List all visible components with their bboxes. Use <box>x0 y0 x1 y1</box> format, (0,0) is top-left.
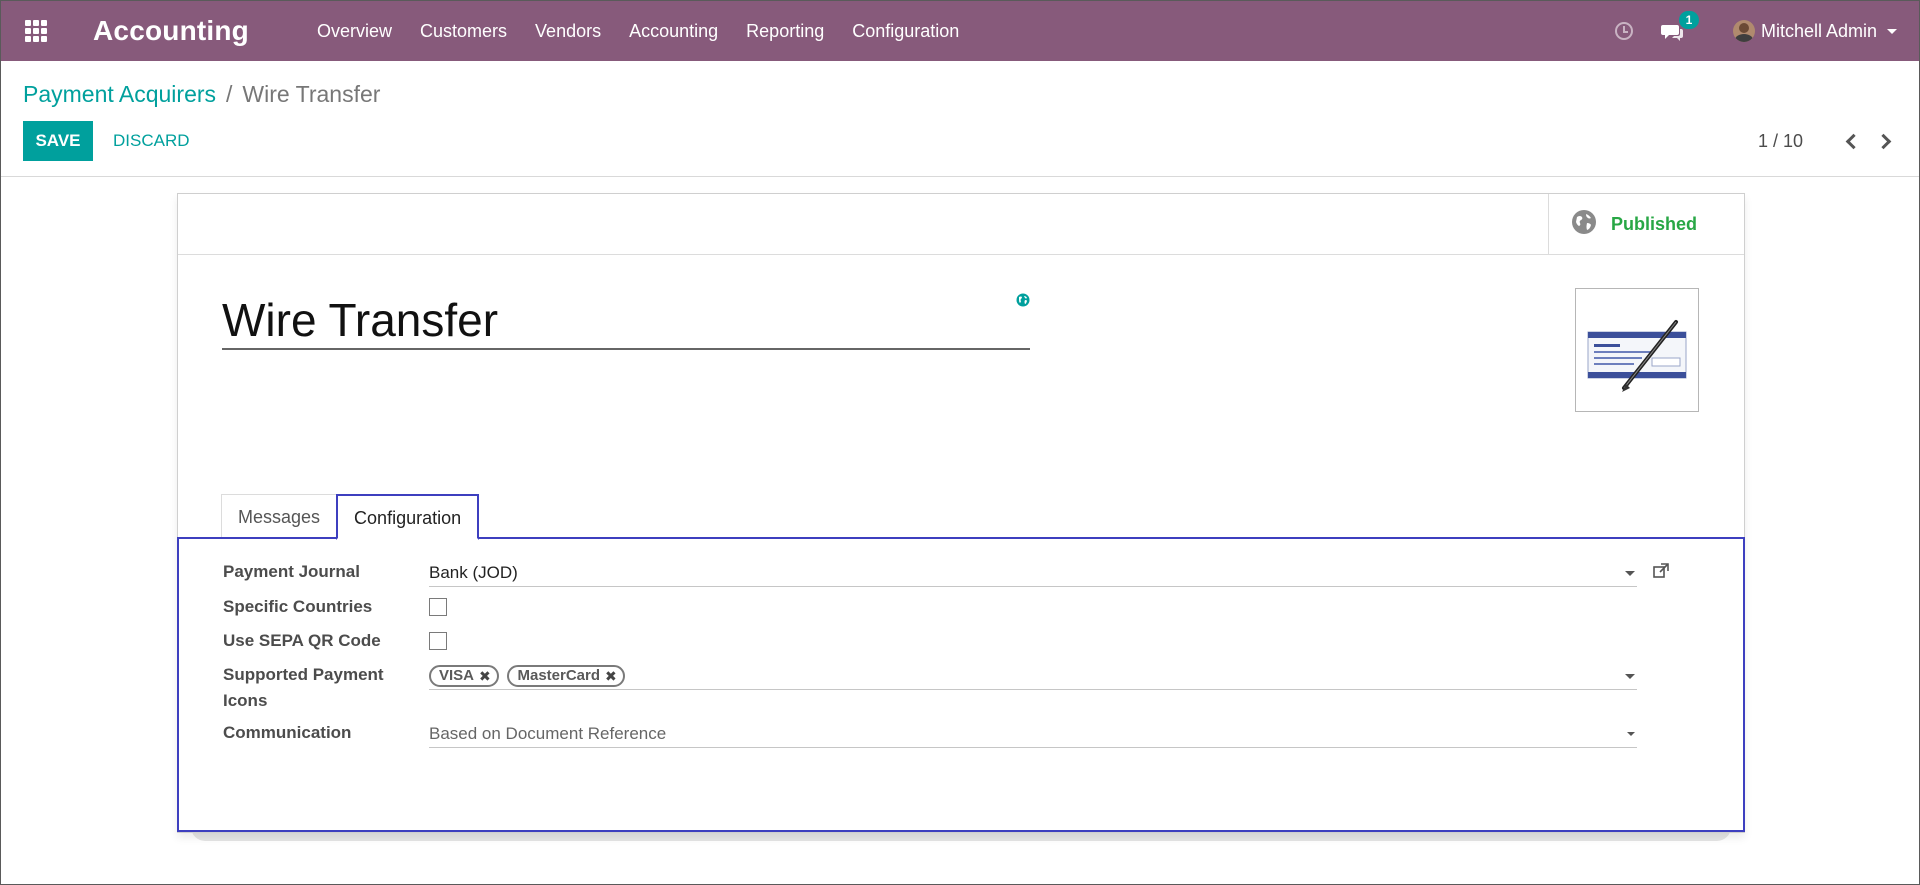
smart-button-box: Published <box>178 194 1744 255</box>
pager: 1 / 10 <box>1758 127 1893 155</box>
payment-journal-row: Payment Journal Bank (JOD) <box>223 559 1683 589</box>
supported-icons-label: Supported Payment Icons <box>223 662 403 714</box>
acquirer-image[interactable] <box>1575 288 1699 412</box>
menu-overview[interactable]: Overview <box>303 1 406 61</box>
form-sheet: Published Wire Transfer Messages Configu… <box>177 193 1745 833</box>
discard-button[interactable]: DISCARD <box>113 121 190 161</box>
cheque-pen-image <box>1587 320 1687 392</box>
tag-visa: VISA ✖ <box>429 665 499 687</box>
payment-journal-select[interactable]: Bank (JOD) <box>429 559 1637 587</box>
translate-globe-icon[interactable] <box>1016 293 1030 312</box>
notebook-tabs: Messages Configuration <box>221 494 480 540</box>
supported-icons-label-line2: Icons <box>223 691 268 710</box>
tag-remove-icon[interactable]: ✖ <box>479 667 491 685</box>
supported-icons-row: Supported Payment Icons VISA ✖ MasterCar… <box>223 662 1683 716</box>
communication-row: Communication Based on Document Referenc… <box>223 720 1683 750</box>
breadcrumb-payment-acquirers[interactable]: Payment Acquirers <box>23 81 216 108</box>
menu-customers[interactable]: Customers <box>406 1 521 61</box>
caret-down-icon <box>1887 28 1897 34</box>
top-navbar: Accounting Overview Customers Vendors Ac… <box>1 1 1919 61</box>
pager-next-button[interactable] <box>1875 127 1893 155</box>
specific-countries-row: Specific Countries <box>223 594 1683 622</box>
main-menu: Overview Customers Vendors Accounting Re… <box>303 1 973 61</box>
communication-select[interactable]: Based on Document Reference <box>429 720 1637 748</box>
specific-countries-label: Specific Countries <box>223 597 373 616</box>
menu-configuration[interactable]: Configuration <box>838 1 973 61</box>
save-button[interactable]: SAVE <box>23 121 93 161</box>
tag-remove-icon[interactable]: ✖ <box>605 667 617 685</box>
messaging-menu[interactable]: 1 <box>1660 11 1699 41</box>
external-link-icon[interactable] <box>1653 563 1669 584</box>
app-title[interactable]: Accounting <box>93 15 249 47</box>
chat-icon <box>1660 23 1683 41</box>
tab-messages[interactable]: Messages <box>221 494 338 539</box>
globe-icon <box>1571 209 1597 240</box>
avatar <box>1732 20 1755 42</box>
published-label: Published <box>1611 214 1698 234</box>
name-input[interactable]: Wire Transfer <box>222 290 1030 350</box>
sepa-qr-row: Use SEPA QR Code <box>223 628 1683 656</box>
control-panel: Payment Acquirers / Wire Transfer SAVE D… <box>1 61 1919 177</box>
breadcrumb-separator: / <box>226 81 233 107</box>
menu-vendors[interactable]: Vendors <box>521 1 615 61</box>
chevron-left-icon <box>1845 133 1861 149</box>
breadcrumb: Payment Acquirers / Wire Transfer <box>23 81 380 108</box>
activity-clock-icon[interactable] <box>1614 22 1633 40</box>
published-toggle-button[interactable]: Published <box>1548 194 1744 255</box>
sepa-qr-label: Use SEPA QR Code <box>223 631 381 650</box>
apps-grid-icon <box>25 20 47 42</box>
apps-menu-button[interactable] <box>1 1 71 61</box>
pager-value[interactable]: 1 / 10 <box>1758 131 1803 152</box>
configuration-tab-panel: Payment Journal Bank (JOD) Specific Coun… <box>177 537 1745 832</box>
communication-value: Based on Document Reference <box>429 724 667 743</box>
dropdown-caret-icon <box>1625 674 1635 679</box>
tag-label: MasterCard <box>517 667 601 684</box>
specific-countries-checkbox[interactable] <box>429 598 447 616</box>
dropdown-caret-icon <box>1627 732 1635 736</box>
sepa-qr-checkbox[interactable] <box>429 632 447 650</box>
menu-accounting[interactable]: Accounting <box>615 1 732 61</box>
chevron-right-icon <box>1875 133 1891 149</box>
dropdown-caret-icon <box>1625 571 1635 576</box>
navbar-systray: 1 Mitchell Admin <box>1614 1 1919 61</box>
user-name: Mitchell Admin <box>1760 20 1877 41</box>
name-field[interactable]: Wire Transfer <box>222 290 1030 350</box>
tab-configuration[interactable]: Configuration <box>336 494 480 540</box>
payment-journal-value: Bank (JOD) <box>429 563 518 582</box>
user-menu[interactable]: Mitchell Admin <box>1732 20 1897 42</box>
supported-icons-label-line1: Supported Payment <box>223 665 384 684</box>
tag-mastercard: MasterCard ✖ <box>507 665 625 687</box>
pager-previous-button[interactable] <box>1843 127 1861 155</box>
payment-journal-label: Payment Journal <box>223 562 360 581</box>
menu-reporting[interactable]: Reporting <box>732 1 838 61</box>
supported-icons-many2many[interactable]: VISA ✖ MasterCard ✖ <box>429 662 1637 690</box>
tag-label: VISA <box>439 667 475 684</box>
communication-label: Communication <box>223 723 352 742</box>
chat-counter-badge: 1 <box>1678 11 1699 29</box>
breadcrumb-current: Wire Transfer <box>242 81 381 107</box>
